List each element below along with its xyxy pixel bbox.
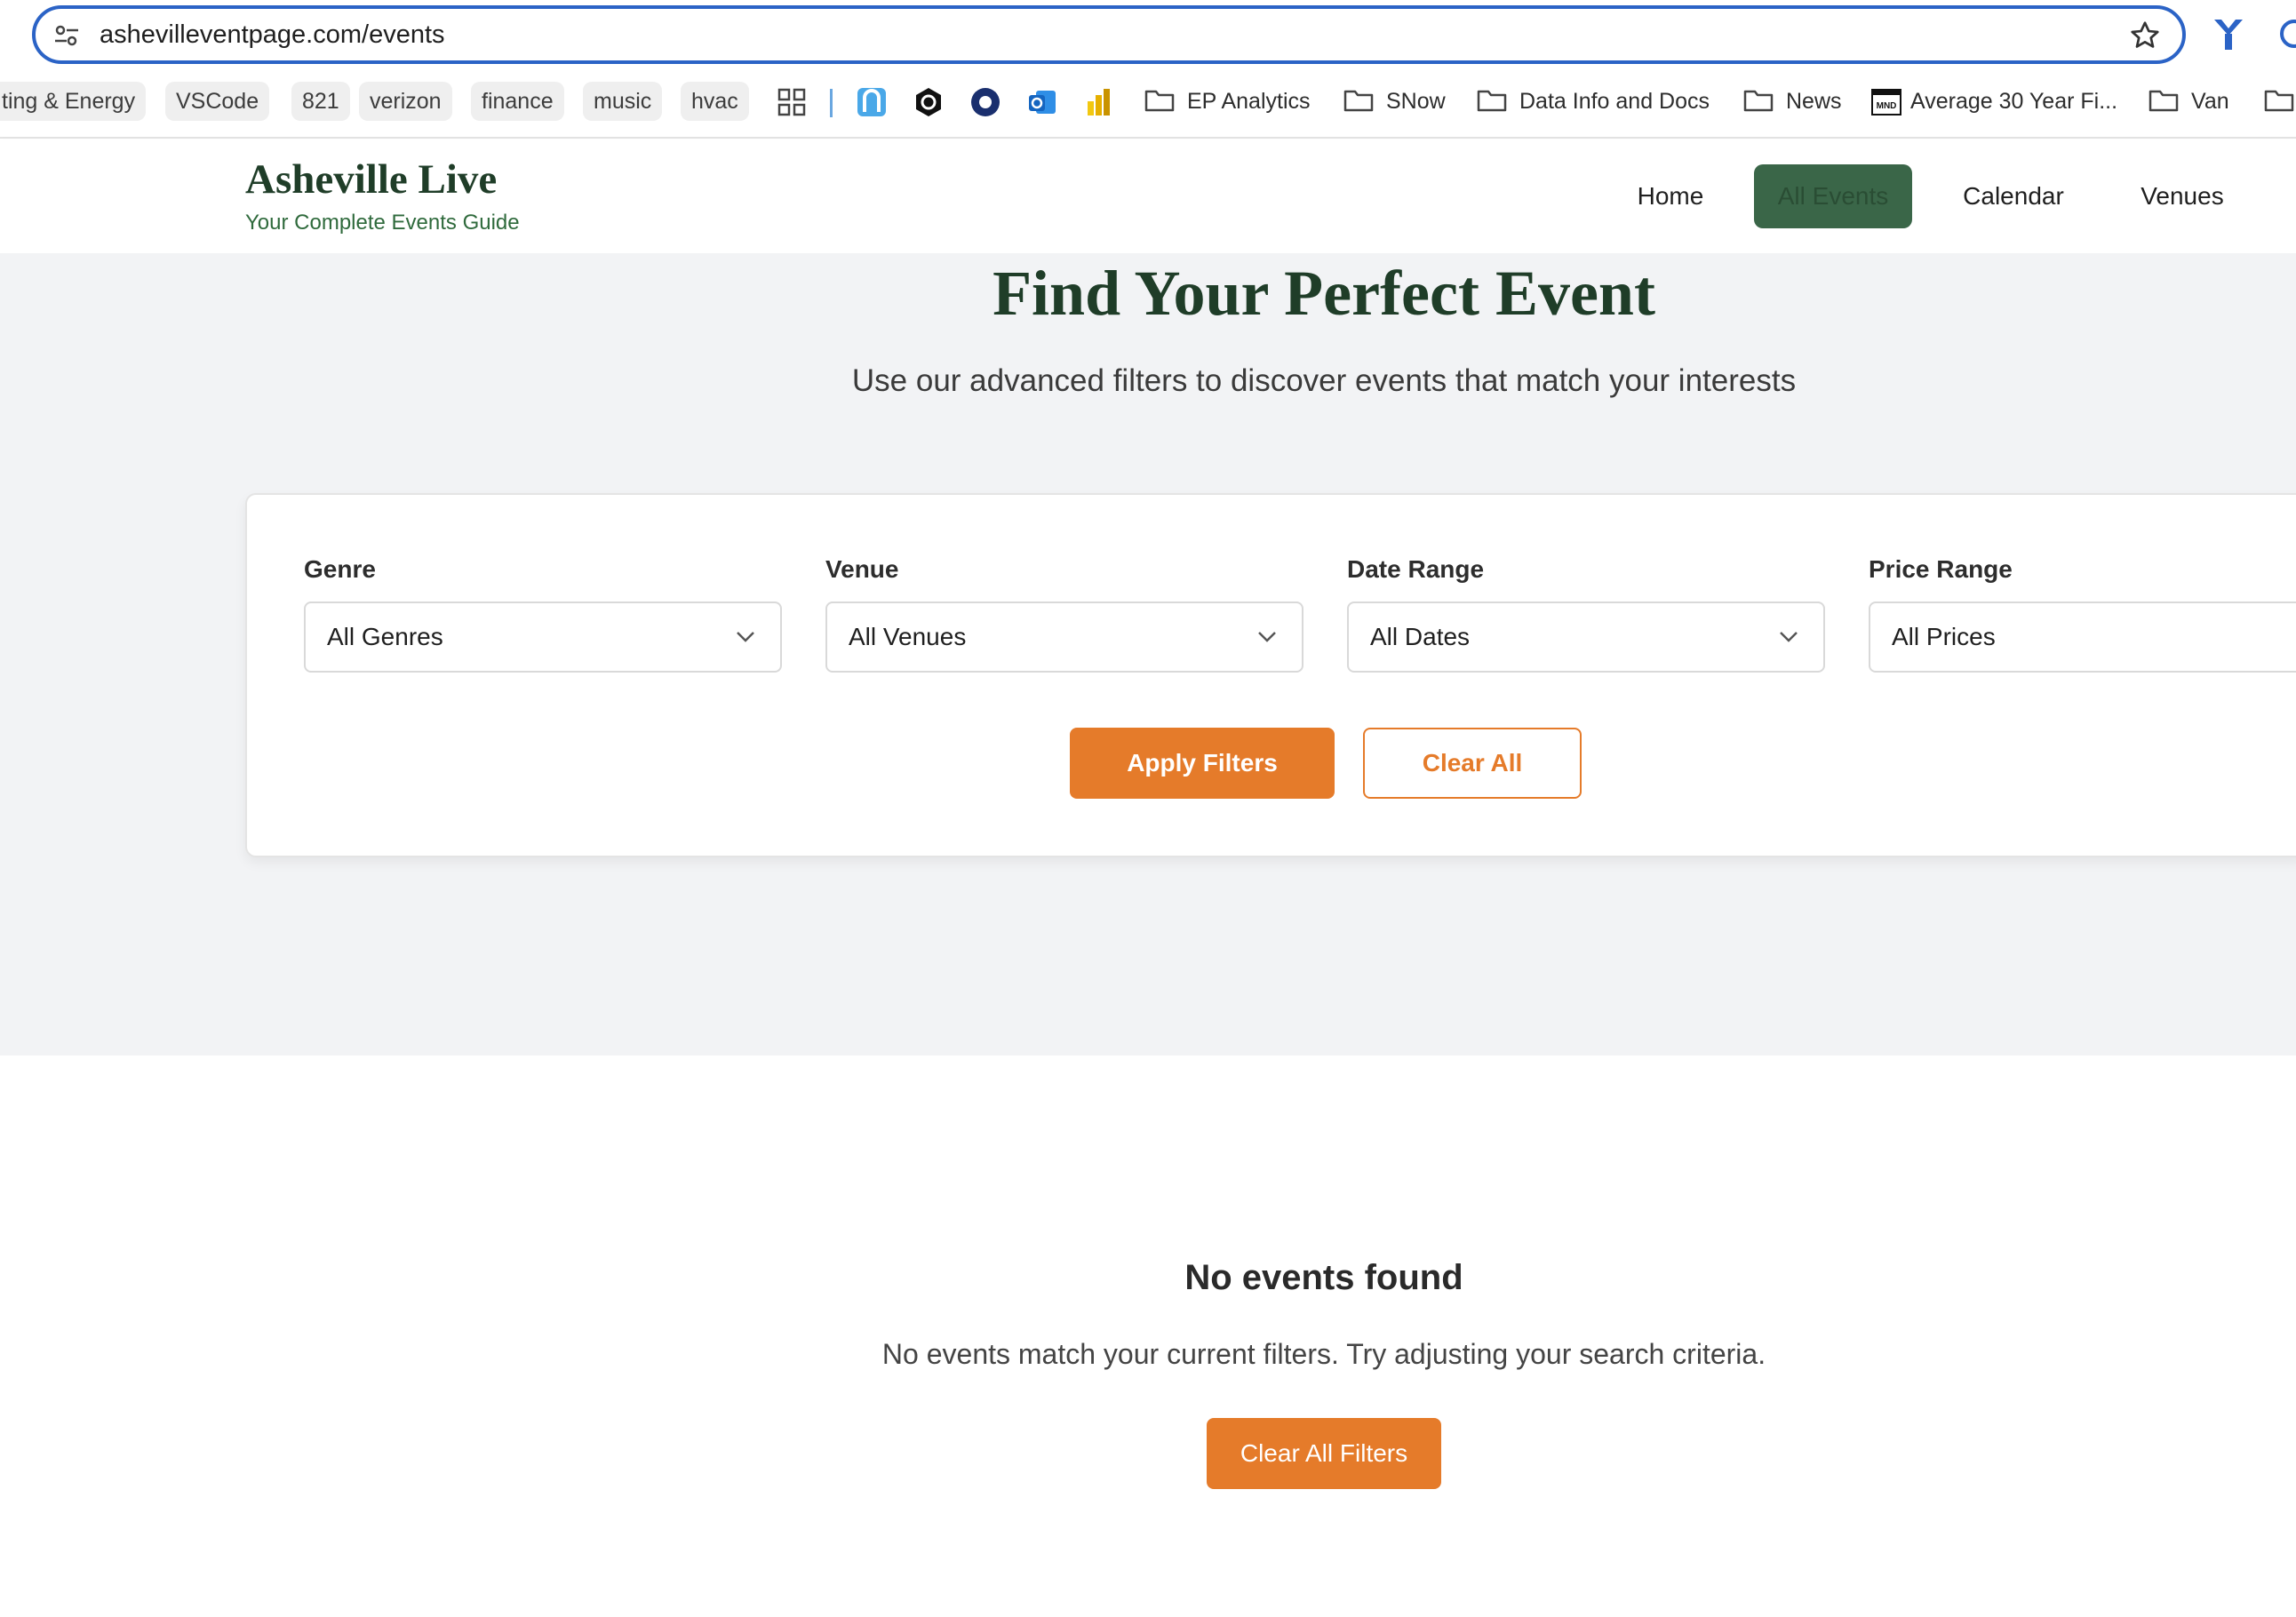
nav-venues[interactable]: Venues bbox=[2131, 164, 2234, 228]
bookmark-chip[interactable]: VSCode bbox=[165, 82, 270, 121]
svg-text:MND: MND bbox=[1877, 101, 1897, 111]
bookmark-chip[interactable]: music bbox=[583, 82, 663, 121]
outlook-icon[interactable] bbox=[1027, 87, 1057, 117]
circle-app-icon[interactable] bbox=[970, 87, 1001, 117]
chevron-down-icon bbox=[737, 632, 754, 642]
site-tagline: Your Complete Events Guide bbox=[245, 211, 520, 235]
nav-home[interactable]: Home bbox=[1615, 164, 1726, 228]
folder-icon bbox=[2149, 90, 2179, 112]
venue-select-value: All Venues bbox=[849, 623, 967, 650]
genre-select[interactable]: All Genres bbox=[304, 601, 782, 673]
date-range-select[interactable]: All Dates bbox=[1347, 601, 1825, 673]
nav-all-events[interactable]: All Events bbox=[1754, 164, 1912, 228]
apps-grid-icon[interactable] bbox=[777, 87, 807, 117]
browser-chrome: ashevilleventpage.com/events ting & Ener… bbox=[0, 0, 2296, 139]
price-range-select-value: All Prices bbox=[1892, 623, 1996, 650]
date-range-select-value: All Dates bbox=[1370, 623, 1471, 650]
address-bar[interactable]: ashevilleventpage.com/events bbox=[32, 5, 2186, 64]
bookmark-folder[interactable]: Data Info and Docs bbox=[1519, 82, 1710, 121]
bookmark-folder[interactable]: EP Analytics bbox=[1187, 82, 1311, 121]
venue-label: Venue bbox=[825, 555, 899, 583]
chevron-down-icon bbox=[1780, 632, 1798, 642]
site-logo-title[interactable]: Asheville Live bbox=[245, 155, 497, 203]
genre-label: Genre bbox=[304, 555, 376, 583]
venue-select[interactable]: All Venues bbox=[825, 601, 1303, 673]
mnd-site-icon: MND bbox=[1871, 89, 1901, 116]
hexagon-app-icon[interactable] bbox=[913, 87, 944, 117]
bookmark-chip[interactable]: 821 bbox=[291, 82, 350, 121]
empty-state-title: No events found bbox=[1184, 1258, 1463, 1297]
bookmark-chip[interactable]: finance bbox=[471, 82, 564, 121]
filter-panel: Genre All Genres Venue All Venues Date R… bbox=[245, 493, 2296, 857]
bookmarks-bar: ting & Energy VSCode 821 verizon finance… bbox=[0, 78, 2296, 124]
url-text[interactable]: ashevilleventpage.com/events bbox=[100, 20, 445, 50]
folder-icon bbox=[1477, 90, 1507, 112]
page-title: Find Your Perfect Event bbox=[993, 258, 1655, 329]
price-range-label: Price Range bbox=[1869, 555, 2013, 583]
nav-calendar[interactable]: Calendar bbox=[1951, 164, 2076, 228]
bookmark-chip[interactable]: ting & Energy bbox=[0, 82, 147, 121]
date-range-label: Date Range bbox=[1347, 555, 1485, 583]
empty-state-message: No events match your current filters. Tr… bbox=[881, 1338, 1766, 1370]
bookmark-link[interactable]: Average 30 Year Fi... bbox=[1910, 82, 2117, 121]
folder-icon bbox=[1343, 90, 1374, 112]
genre-select-value: All Genres bbox=[327, 623, 443, 650]
results-section: No events found No events match your cur… bbox=[0, 1055, 2296, 1617]
n-app-icon[interactable] bbox=[857, 87, 887, 117]
profile-icon[interactable] bbox=[2280, 20, 2296, 48]
power-bi-icon[interactable] bbox=[1084, 87, 1114, 117]
clear-all-button[interactable]: Clear All bbox=[1363, 728, 1582, 799]
bookmark-chip[interactable]: verizon bbox=[359, 82, 452, 121]
site-settings-icon[interactable] bbox=[53, 22, 80, 49]
bookmark-folder[interactable]: Van bbox=[2191, 82, 2229, 121]
bookmark-chip[interactable]: hvac bbox=[681, 82, 749, 121]
folder-icon bbox=[1743, 90, 1774, 112]
chevron-down-icon bbox=[1258, 632, 1276, 642]
extension-icon[interactable] bbox=[2212, 16, 2244, 53]
bookmark-folder[interactable]: SNow bbox=[1386, 82, 1446, 121]
price-range-select[interactable]: All Prices bbox=[1869, 601, 2296, 673]
bookmark-folder[interactable]: News bbox=[1786, 82, 1842, 121]
page-subtitle: Use our advanced filters to discover eve… bbox=[851, 363, 1797, 398]
site-header: Asheville Live Your Complete Events Guid… bbox=[0, 139, 2296, 253]
bookmark-separator bbox=[830, 89, 833, 117]
bookmark-star-icon[interactable] bbox=[2129, 20, 2161, 52]
folder-icon bbox=[1144, 90, 1175, 112]
clear-all-filters-button[interactable]: Clear All Filters bbox=[1207, 1418, 1441, 1489]
apply-filters-button[interactable]: Apply Filters bbox=[1070, 728, 1335, 799]
folder-icon bbox=[2264, 90, 2294, 112]
hero-section: Find Your Perfect Event Use our advanced… bbox=[0, 253, 2296, 1055]
